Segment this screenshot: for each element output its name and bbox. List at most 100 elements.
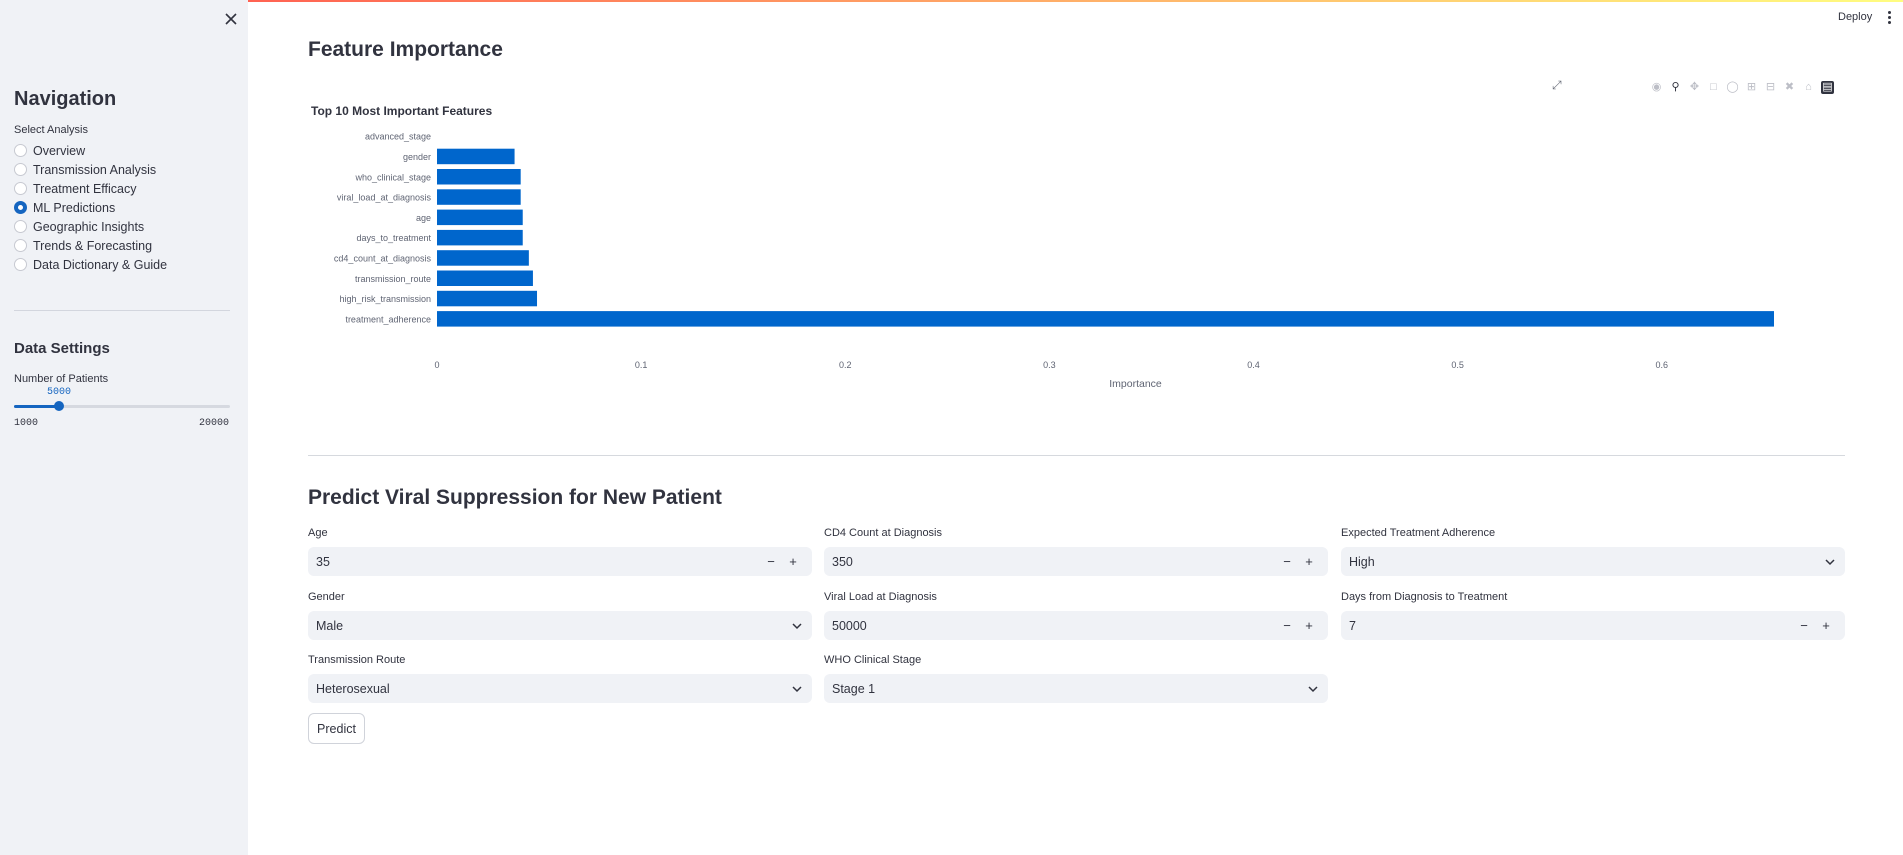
bar-who_clinical_stage[interactable] <box>437 169 521 185</box>
top-decoration-line <box>0 0 1903 2</box>
days-number-input[interactable]: 7 − + <box>1341 611 1845 640</box>
cd4-value: 350 <box>832 554 853 569</box>
radio-treatment-efficacy[interactable]: Treatment Efficacy <box>14 179 167 198</box>
analysis-radio-group: Overview Transmission Analysis Treatment… <box>14 141 167 274</box>
viral-load-label: Viral Load at Diagnosis <box>824 591 937 603</box>
viral-load-number-input[interactable]: 50000 − + <box>824 611 1328 640</box>
x-tick-label: 0.3 <box>1043 360 1056 370</box>
radio-circle-icon <box>14 144 27 157</box>
who-stage-select[interactable]: Stage 1 <box>824 674 1328 703</box>
bar-high_risk_transmission[interactable] <box>437 290 538 307</box>
chevron-down-icon <box>1825 558 1835 565</box>
radio-overview[interactable]: Overview <box>14 141 167 160</box>
cd4-increment-button[interactable]: + <box>1298 554 1320 569</box>
radio-circle-icon <box>14 258 27 271</box>
x-tick-label: 0.2 <box>839 360 852 370</box>
bar-gender[interactable] <box>437 148 515 165</box>
radio-selected-icon <box>14 201 27 214</box>
y-tick-label: who_clinical_stage <box>354 172 431 182</box>
select-analysis-label: Select Analysis <box>14 124 88 136</box>
y-tick-label: cd4_count_at_diagnosis <box>334 253 432 263</box>
viral-load-field: Viral Load at Diagnosis 50000 − + <box>824 591 1328 640</box>
slider-min-label: 1000 <box>14 418 39 429</box>
x-tick-label: 0.5 <box>1451 360 1464 370</box>
who-stage-label: WHO Clinical Stage <box>824 654 922 666</box>
days-increment-button[interactable]: + <box>1815 618 1837 633</box>
age-decrement-button[interactable]: − <box>760 554 782 569</box>
chevron-down-icon <box>792 622 802 629</box>
slider-fill <box>14 405 60 408</box>
radio-circle-icon <box>14 182 27 195</box>
fullscreen-expand-icon[interactable]: ⤢ <box>1552 78 1562 93</box>
radio-ml-predictions[interactable]: ML Predictions <box>14 198 167 217</box>
bar-cd4_count_at_diagnosis[interactable] <box>437 250 529 266</box>
y-tick-label: transmission_route <box>355 274 431 284</box>
adherence-label: Expected Treatment Adherence <box>1341 527 1496 539</box>
bar-viral_load_at_diagnosis[interactable] <box>437 189 521 205</box>
y-tick-label: age <box>416 213 431 223</box>
days-value: 7 <box>1349 618 1356 633</box>
y-tick-label: gender <box>403 152 431 162</box>
days-label: Days from Diagnosis to Treatment <box>1341 591 1508 603</box>
patients-slider-label: Number of Patients <box>14 373 109 385</box>
radio-circle-icon <box>14 163 27 176</box>
bar-days_to_treatment[interactable] <box>437 229 523 246</box>
main-menu-icon[interactable] <box>1886 11 1892 25</box>
age-number-input[interactable]: 35 − + <box>308 547 812 576</box>
patients-slider-value: 5000 <box>47 387 72 398</box>
chart-plot-area: advanced_stagegender who_clinical_stagevi… <box>334 132 1774 390</box>
deploy-button[interactable]: Deploy <box>1838 11 1872 23</box>
bar-transmission_route[interactable] <box>437 270 533 287</box>
cd4-number-input[interactable]: 350 − + <box>824 547 1328 576</box>
bar-age[interactable] <box>437 209 523 226</box>
radio-data-dictionary[interactable]: Data Dictionary & Guide <box>14 255 167 274</box>
data-settings-title: Data Settings <box>14 340 110 357</box>
y-tick-label: advanced_stage <box>365 132 431 142</box>
sidebar: Navigation Select Analysis Overview Tran… <box>0 0 248 855</box>
route-value: Heterosexual <box>316 681 390 696</box>
gender-field: Gender Male <box>308 591 812 640</box>
y-tick-label: days_to_treatment <box>356 233 431 243</box>
radio-circle-icon <box>14 239 27 252</box>
radio-label: Overview <box>33 143 86 158</box>
route-field: Transmission Route Heterosexual <box>308 654 812 703</box>
close-icon[interactable] <box>222 10 240 28</box>
radio-circle-icon <box>14 220 27 233</box>
feature-importance-chart: Top 10 Most Important Features ◉ ⚲ ✥ □ ◯… <box>308 78 1844 398</box>
radio-label: Trends & Forecasting <box>33 238 153 253</box>
x-tick-label: 0 <box>434 360 439 370</box>
y-tick-label: high_risk_transmission <box>339 294 431 304</box>
gender-value: Male <box>316 618 344 633</box>
radio-transmission-analysis[interactable]: Transmission Analysis <box>14 160 167 179</box>
bar-treatment_adherence[interactable] <box>437 311 1774 327</box>
slider-thumb[interactable] <box>54 401 65 411</box>
x-axis-label: Importance <box>1109 378 1162 390</box>
radio-label: Treatment Efficacy <box>33 181 137 196</box>
patients-slider[interactable] <box>14 401 230 411</box>
viral-load-increment-button[interactable]: + <box>1298 618 1320 633</box>
radio-geographic-insights[interactable]: Geographic Insights <box>14 217 167 236</box>
days-decrement-button[interactable]: − <box>1793 618 1815 633</box>
route-select[interactable]: Heterosexual <box>308 674 812 703</box>
viral-load-value: 50000 <box>832 618 867 633</box>
adherence-select[interactable]: High <box>1341 547 1845 576</box>
radio-trends-forecasting[interactable]: Trends & Forecasting <box>14 236 167 255</box>
viral-load-decrement-button[interactable]: − <box>1276 618 1298 633</box>
y-tick-label: treatment_adherence <box>345 314 431 324</box>
section-divider <box>308 455 1845 456</box>
gender-select[interactable]: Male <box>308 611 812 640</box>
slider-max-label: 20000 <box>199 418 230 429</box>
predict-section-title: Predict Viral Suppression for New Patien… <box>308 486 722 509</box>
gender-label: Gender <box>308 591 345 603</box>
cd4-decrement-button[interactable]: − <box>1276 554 1298 569</box>
age-increment-button[interactable]: + <box>782 554 804 569</box>
chevron-down-icon <box>1308 685 1318 692</box>
x-tick-label: 0.1 <box>635 360 648 370</box>
route-label: Transmission Route <box>308 654 406 666</box>
adherence-field: Expected Treatment Adherence High <box>1341 527 1845 576</box>
radio-label: Data Dictionary & Guide <box>33 257 168 272</box>
predict-button[interactable]: Predict <box>308 713 365 744</box>
age-field: Age 35 − + <box>308 527 812 576</box>
radio-label: ML Predictions <box>33 200 116 215</box>
sidebar-title: Navigation <box>14 88 117 110</box>
